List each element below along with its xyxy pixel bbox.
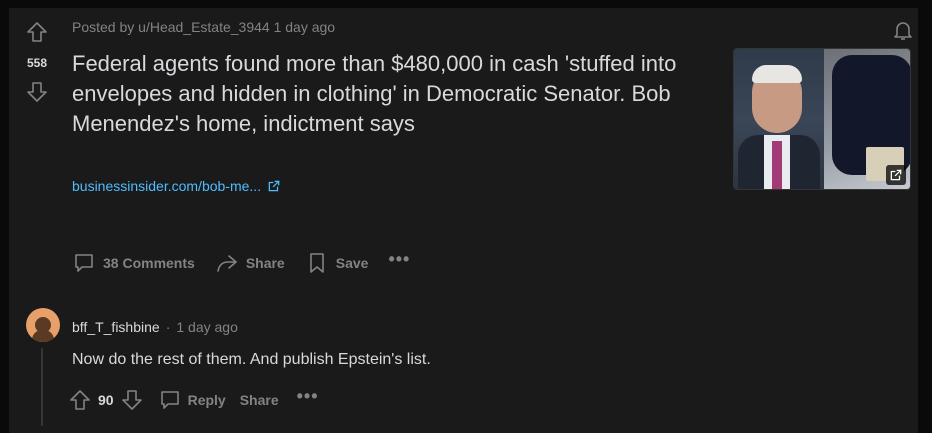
comment-icon — [75, 254, 93, 272]
post-link[interactable]: businessinsider.com/bob-me... — [72, 178, 281, 194]
post-thumbnail[interactable] — [733, 48, 911, 190]
comments-button[interactable]: 38 Comments — [72, 251, 195, 275]
meta-separator: · — [165, 319, 171, 335]
post-action-bar: 38 Comments Share Save ••• — [72, 249, 410, 276]
post-title[interactable]: Federal agents found more than $480,000 … — [72, 49, 712, 139]
save-button[interactable]: Save — [305, 251, 369, 275]
reply-button[interactable]: Reply — [158, 388, 226, 412]
comment-time[interactable]: 1 day ago — [176, 319, 238, 335]
comment-more-button[interactable]: ••• — [297, 386, 319, 407]
bell-icon[interactable] — [891, 18, 915, 42]
save-label: Save — [335, 255, 369, 271]
downvote-icon[interactable] — [25, 80, 49, 104]
thumbnail-external-link-icon[interactable] — [886, 165, 906, 185]
external-link-icon — [268, 180, 280, 192]
post-link-text[interactable]: businessinsider.com/bob-me... — [72, 178, 261, 194]
avatar[interactable] — [26, 308, 60, 342]
comment-upvote-icon[interactable] — [68, 388, 92, 412]
comment-author[interactable]: bff_T_fishbine — [72, 319, 160, 335]
post-card: 558 Posted by u/Head_Estate_3944 1 day a… — [9, 8, 918, 433]
comment-action-bar: 90 Reply Share ••• — [68, 386, 319, 412]
comments-label: 38 Comments — [103, 255, 195, 271]
comment-icon — [160, 391, 179, 409]
comment-body: Now do the rest of them. And publish Eps… — [72, 351, 431, 368]
comment-share-label: Share — [239, 392, 279, 408]
more-options-button[interactable]: ••• — [388, 249, 410, 270]
upvote-icon[interactable] — [25, 20, 49, 44]
comment-score: 90 — [98, 392, 114, 408]
reply-label: Reply — [187, 392, 226, 408]
share-icon — [217, 255, 237, 272]
thread-line[interactable] — [41, 348, 43, 426]
bookmark-icon — [309, 253, 324, 273]
post-meta: Posted by u/Head_Estate_3944 1 day ago — [72, 19, 336, 35]
comment-downvote-icon[interactable] — [120, 388, 144, 412]
share-label: Share — [245, 255, 285, 271]
share-button[interactable]: Share — [215, 251, 285, 275]
comment-meta: bff_T_fishbine · 1 day ago — [72, 319, 238, 335]
post-score: 558 — [26, 56, 48, 70]
comment-share-button[interactable]: Share — [240, 392, 279, 408]
